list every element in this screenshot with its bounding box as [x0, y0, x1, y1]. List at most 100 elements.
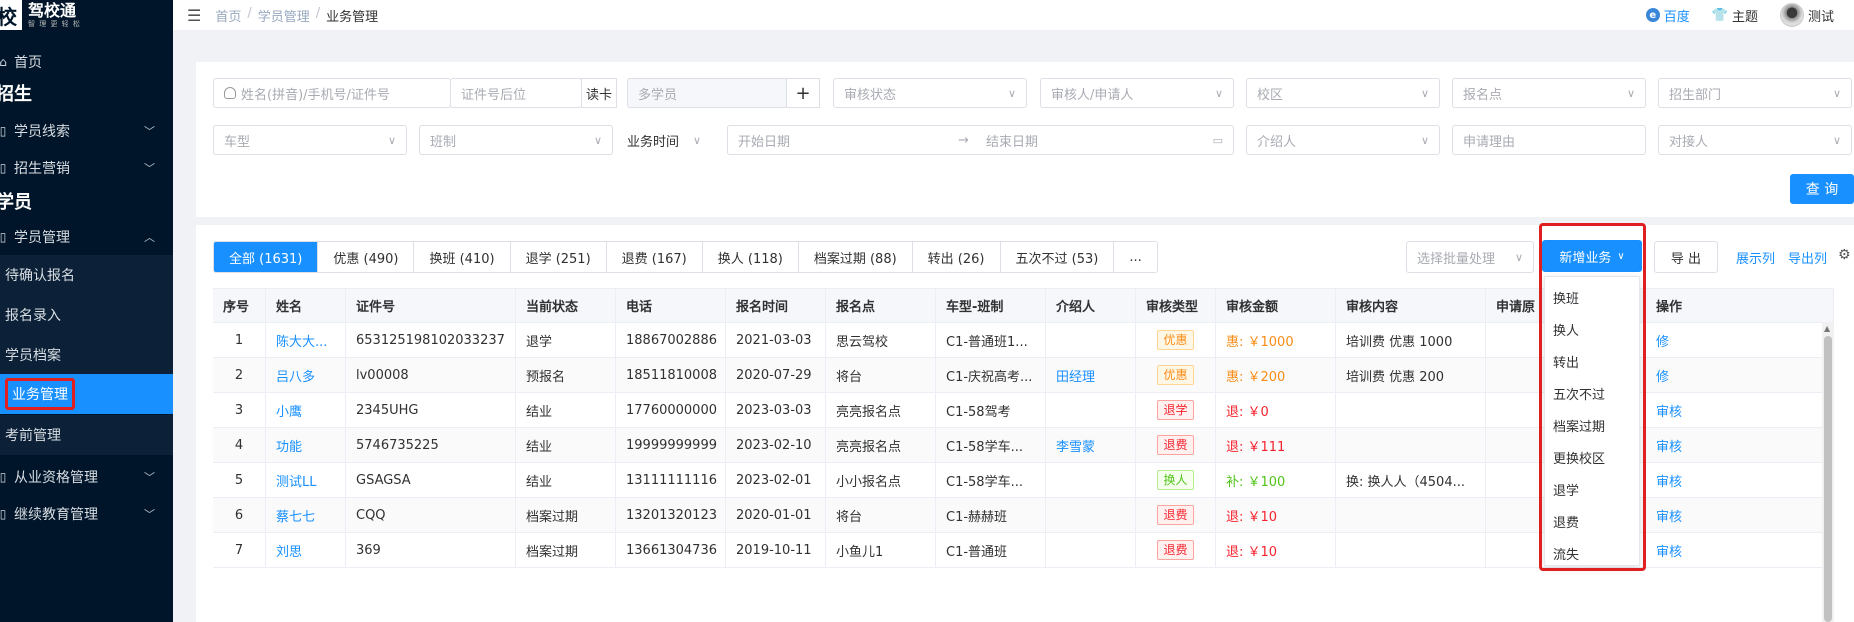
student-name-link[interactable]: 小鹰 — [276, 401, 302, 420]
cell-text: 结业 — [526, 404, 553, 420]
menu-item-change-campus[interactable]: 更换校区 — [1545, 441, 1639, 473]
end-date-input[interactable]: 结束日期 — [986, 131, 1038, 150]
cell-id: 369 — [346, 533, 516, 567]
gear-icon[interactable]: ⚙ — [1838, 247, 1851, 263]
auditor-select[interactable]: 审核人/申请人 ∨ — [1040, 78, 1234, 108]
class-type-select[interactable]: 班制 ∨ — [419, 125, 613, 155]
multi-student-input[interactable]: 多学员 — [627, 78, 787, 108]
student-name-link[interactable]: 刘思 — [276, 541, 302, 560]
sidebar-item-archive[interactable]: 学员档案 — [0, 335, 173, 375]
read-card-button[interactable]: 读卡 — [581, 78, 617, 108]
breadcrumb-student[interactable]: 学员管理 — [258, 6, 310, 25]
cell-phone: 18511810008 — [616, 358, 726, 392]
cell-text: 2020-07-29 — [736, 367, 812, 383]
cell-text: 17760000000 — [626, 402, 717, 418]
cell-date: 2021-03-03 — [726, 323, 826, 357]
contact-select[interactable]: 对接人 ∨ — [1658, 125, 1852, 155]
tab-refund[interactable]: 退费 (167) — [606, 242, 703, 272]
scrollbar-thumb[interactable] — [1824, 336, 1832, 622]
sidebar-item-enroll[interactable]: 报名录入 — [0, 295, 173, 335]
sidebar-item-label: 首页 — [14, 55, 42, 71]
menu-item-lost[interactable]: 流失 — [1545, 537, 1639, 569]
export-columns-link[interactable]: 导出列 — [1788, 248, 1827, 267]
menu-item-refund[interactable]: 退费 — [1545, 505, 1639, 537]
tab-discount[interactable]: 优惠 (490) — [318, 242, 415, 272]
theme-button[interactable]: 👕 主题 — [1712, 6, 1758, 25]
name-search-input[interactable]: 姓名(拼音)/手机号/证件号 — [213, 78, 451, 108]
cell-ref: 李雪蒙 — [1046, 428, 1136, 462]
sidebar-item-pending[interactable]: 待确认报名 — [0, 255, 173, 295]
referrer-link[interactable]: 田经理 — [1056, 366, 1095, 385]
tab-transfer-out[interactable]: 转出 (26) — [912, 242, 1001, 272]
tab-change-class[interactable]: 换班 (410) — [414, 242, 511, 272]
cell-op2: 修 — [1646, 358, 1834, 392]
tab-archive-expired[interactable]: 档案过期 (88) — [798, 242, 913, 272]
student-name-link[interactable]: 测试LL — [276, 471, 317, 490]
cell-no: 3 — [213, 393, 266, 427]
amount-text: 退: ￥10 — [1226, 509, 1278, 525]
chevron-down-icon: ∨ — [1832, 133, 1841, 147]
tab-more[interactable]: ... — [1114, 242, 1157, 272]
sidebar-item-marketing[interactable]: ▯ 招生营销 ﹀ — [0, 151, 173, 185]
menu-item-change-class[interactable]: 换班 — [1545, 281, 1639, 313]
sidebar-item-home[interactable]: ⌂ 首页 — [0, 45, 173, 79]
cell-status: 结业 — [516, 393, 616, 427]
arrow-up-icon[interactable]: ▲ — [1824, 324, 1830, 333]
cell-content — [1336, 428, 1486, 462]
student-name-link[interactable]: 功能 — [276, 436, 302, 455]
sidebar-item-business[interactable]: 业务管理 — [0, 374, 173, 414]
tab-all[interactable]: 全部 (1631) — [214, 242, 319, 272]
cell-no: 5 — [213, 463, 266, 497]
action-link[interactable]: 修 — [1656, 331, 1669, 350]
menu-item-change-person[interactable]: 换人 — [1545, 313, 1639, 345]
student-name-link[interactable]: 蔡七七 — [276, 506, 315, 525]
show-columns-link[interactable]: 展示列 — [1736, 248, 1775, 267]
cell-text: 亮亮报名点 — [836, 404, 902, 420]
user-menu[interactable]: 测试 — [1779, 3, 1834, 27]
menu-item-five-fails[interactable]: 五次不过 — [1545, 377, 1639, 409]
batch-process-select[interactable]: 选择批量处理 ∨ — [1406, 241, 1534, 273]
tab-five-fails[interactable]: 五次不过 (53) — [1000, 242, 1115, 272]
sidebar-item-clues[interactable]: ▯ 学员线索 ﹀ — [0, 114, 173, 148]
table-scrollbar[interactable]: ▲ — [1822, 322, 1834, 622]
status-badge: 优惠 — [1157, 330, 1194, 350]
sidebar-item-qualification[interactable]: ▯ 从业资格管理 ﹀ — [0, 460, 173, 494]
sidebar-item-continuing[interactable]: ▯ 继续教育管理 ﹀ — [0, 497, 173, 531]
sidebar-item-label: 学员线索 — [14, 124, 70, 140]
signup-point-select[interactable]: 报名点 ∨ — [1452, 78, 1646, 108]
student-name-link[interactable]: 陈大大... — [276, 331, 327, 350]
new-business-button[interactable]: 新增业务 ∨ — [1542, 240, 1642, 272]
action-link[interactable]: 审核 — [1656, 471, 1682, 490]
referrer-link[interactable]: 李雪蒙 — [1056, 436, 1095, 455]
start-date-input[interactable]: 开始日期 — [738, 131, 958, 150]
biz-time-select[interactable]: 业务时间 ∨ — [617, 125, 707, 155]
student-name-link[interactable]: 吕八多 — [276, 366, 315, 385]
tab-withdraw[interactable]: 退学 (251) — [510, 242, 607, 272]
id-tail-input[interactable]: 证件号后位 — [450, 78, 582, 108]
sidebar-item-exam-prep[interactable]: 考前管理 — [0, 415, 173, 455]
referrer-select[interactable]: 介绍人 ∨ — [1246, 125, 1440, 155]
action-link[interactable]: 审核 — [1656, 506, 1682, 525]
query-button[interactable]: 查 询 — [1790, 174, 1854, 204]
cell-amount: 退: ￥111 — [1216, 428, 1336, 462]
tab-change-person[interactable]: 换人 (118) — [702, 242, 799, 272]
menu-item-withdraw[interactable]: 退学 — [1545, 473, 1639, 505]
add-student-button[interactable]: + — [786, 78, 820, 108]
action-link[interactable]: 审核 — [1656, 541, 1682, 560]
action-link[interactable]: 修 — [1656, 366, 1669, 385]
action-link[interactable]: 审核 — [1656, 436, 1682, 455]
menu-item-transfer-out[interactable]: 转出 — [1545, 345, 1639, 377]
menu-item-archive-expired[interactable]: 档案过期 — [1545, 409, 1639, 441]
export-button[interactable]: 导 出 — [1654, 241, 1718, 273]
breadcrumb-home[interactable]: 首页 — [215, 6, 241, 25]
recruit-dept-select[interactable]: 招生部门 ∨ — [1658, 78, 1852, 108]
car-type-select[interactable]: 车型 ∨ — [213, 125, 407, 155]
date-range-picker[interactable]: 开始日期 → 结束日期 ▭ — [727, 125, 1234, 155]
menu-toggle-icon[interactable]: ☰ — [187, 6, 201, 25]
audit-status-select[interactable]: 审核状态 ∨ — [833, 78, 1027, 108]
sidebar-item-student-mgmt[interactable]: ▯ 学员管理 ︿ — [0, 220, 173, 254]
action-link[interactable]: 审核 — [1656, 401, 1682, 420]
campus-select[interactable]: 校区 ∨ — [1246, 78, 1440, 108]
baidu-link[interactable]: e 百度 — [1645, 6, 1690, 25]
reason-input[interactable]: 申请理由 — [1452, 125, 1646, 155]
